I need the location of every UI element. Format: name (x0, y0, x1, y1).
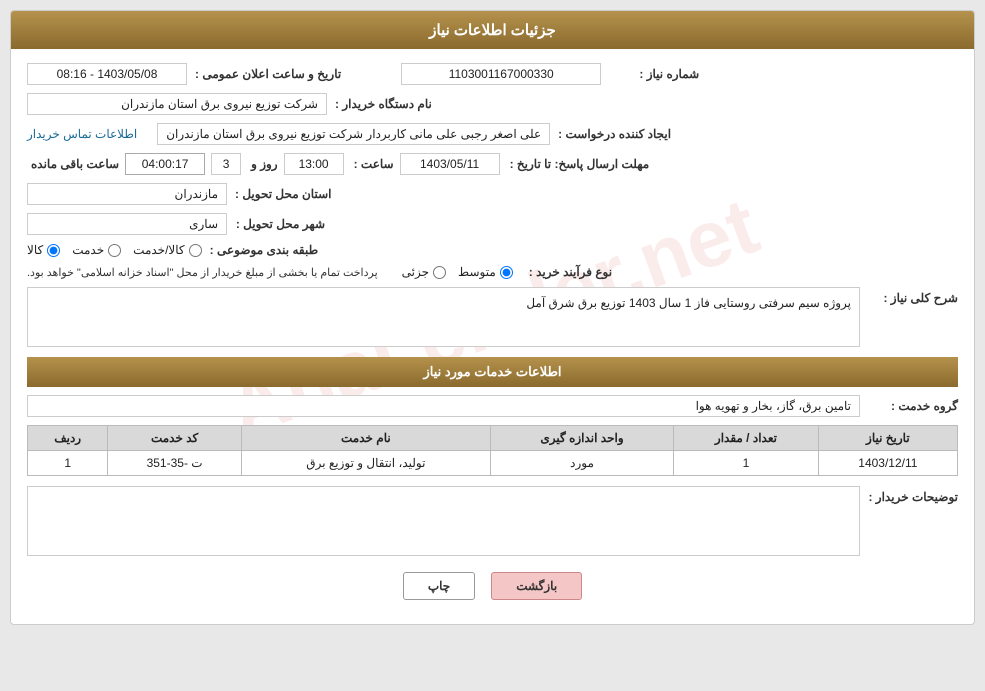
sharh-koli-value: پروژه سیم سرفتی روستایی فاز 1 سال 1403 ت… (27, 287, 860, 347)
date-aelan-label: تاریخ و ساعت اعلان عمومی : (195, 67, 341, 81)
nam-dastgah-row: نام دستگاه خریدار : شرکت توزیع نیروی برق… (27, 93, 958, 115)
radio-mootasat-label: متوسط (458, 265, 496, 279)
group-khedmat-value: تامین برق، گاز، بخار و تهویه هوا (27, 395, 860, 417)
radio-kala-khedmat: کالا/خدمت (133, 243, 201, 257)
farayand-radio-group: متوسط جزئی (402, 265, 513, 279)
ersal-remaining: 04:00:17 (125, 153, 205, 175)
nam-dastgah-label: نام دستگاه خریدار : (335, 97, 432, 111)
radio-kala-khedmat-label: کالا/خدمت (133, 243, 184, 257)
shahr-row: شهر محل تحویل : ساری (27, 213, 958, 235)
col-tarikh-niaz: تاریخ نیاز (818, 426, 957, 451)
ijad-konande-label: ایجاد کننده درخواست : (558, 127, 671, 141)
farayand-row: نوع فرآیند خرید : متوسط جزئی پرداخت تمام… (27, 265, 958, 279)
toozihat-section: توضیحات خریدار : (27, 486, 958, 556)
tabaqe-row: طبقه بندی موضوعی : کالا/خدمت خدمت کال (27, 243, 958, 257)
farayand-label: نوع فرآیند خرید : (529, 265, 612, 279)
ersal-saat: 13:00 (284, 153, 344, 175)
radio-jozi-label: جزئی (402, 265, 429, 279)
back-button[interactable]: بازگشت (491, 572, 582, 600)
shomare-niaz-label: شماره نیاز : (609, 67, 699, 81)
shahr-label: شهر محل تحویل : (235, 217, 325, 231)
radio-kala-khedmat-input[interactable] (189, 244, 202, 257)
radio-khedmat: خدمت (72, 243, 121, 257)
ersal-rooz: 3 (211, 153, 241, 175)
radio-kala-label: کالا (27, 243, 43, 257)
col-nam-khedmat: نام خدمت (241, 426, 490, 451)
date-aelan-value: 1403/05/08 - 08:16 (27, 63, 187, 85)
ostan-value: مازندران (27, 183, 227, 205)
col-vahed: واحد اندازه گیری (490, 426, 673, 451)
khadamat-section-title: اطلاعات خدمات مورد نیاز (423, 364, 561, 379)
col-tedad: تعداد / مقدار (674, 426, 819, 451)
radio-mootasat-input[interactable] (500, 266, 513, 279)
sharh-koli-row: شرح کلی نیاز : پروژه سیم سرفتی روستایی ف… (27, 287, 958, 347)
radio-kala-input[interactable] (47, 244, 60, 257)
khadamat-section-header: اطلاعات خدمات مورد نیاز (27, 357, 958, 387)
buttons-row: بازگشت چاپ (27, 572, 958, 610)
mohlet-ersal-row: مهلت ارسال پاسخ: تا تاریخ : 1403/05/11 س… (27, 153, 958, 175)
ersal-date: 1403/05/11 (400, 153, 500, 175)
rooz-label: روز و (251, 157, 278, 171)
col-radif: ردیف (28, 426, 108, 451)
ijad-konande-value: علی اصغر رجبی علی مانی کاربردار شرکت توز… (157, 123, 550, 145)
toozihat-textarea[interactable] (27, 486, 860, 556)
mohlet-ersal-label: مهلت ارسال پاسخ: تا تاریخ : (510, 157, 650, 171)
ostan-row: استان محل تحویل : مازندران (27, 183, 958, 205)
group-khedmat-row: گروه خدمت : تامین برق، گاز، بخار و تهویه… (27, 395, 958, 417)
toozihat-label: توضیحات خریدار : (868, 486, 958, 504)
group-khedmat-label: گروه خدمت : (868, 399, 958, 413)
shomare-niaz-row: شماره نیاز : 1103001167000330 تاریخ و سا… (27, 63, 958, 85)
remaining-label: ساعت باقی مانده (31, 157, 119, 171)
radio-jozi-input[interactable] (433, 266, 446, 279)
shomare-niaz-value: 1103001167000330 (401, 63, 601, 85)
sharh-koli-label: شرح کلی نیاز : (868, 287, 958, 305)
radio-mootasat: متوسط (458, 265, 513, 279)
ostan-label: استان محل تحویل : (235, 187, 331, 201)
contact-info-link[interactable]: اطلاعات تماس خریدار (27, 127, 137, 141)
page-title: جزئیات اطلاعات نیاز (429, 22, 556, 39)
tabaqe-label: طبقه بندی موضوعی : (210, 243, 319, 257)
shahr-value: ساری (27, 213, 227, 235)
farayand-note: پرداخت تمام یا بخشی از مبلغ خریدار از مح… (27, 266, 378, 279)
service-table: تاریخ نیاز تعداد / مقدار واحد اندازه گیر… (27, 425, 958, 476)
radio-khedmat-input[interactable] (108, 244, 121, 257)
col-kod-khedmat: کد خدمت (108, 426, 242, 451)
nam-dastgah-value: شرکت توزیع نیروی برق استان مازندران (27, 93, 327, 115)
ijad-konande-row: ایجاد کننده درخواست : علی اصغر رجبی علی … (27, 123, 958, 145)
sharh-koli-content: پروژه سیم سرفتی روستایی فاز 1 سال 1403 ت… (27, 287, 860, 347)
radio-khedmat-label: خدمت (72, 243, 104, 257)
saat-label: ساعت : (354, 157, 394, 171)
tabaqe-radio-group: کالا/خدمت خدمت کالا (27, 243, 202, 257)
page-header: جزئیات اطلاعات نیاز (11, 11, 974, 49)
radio-kala: کالا (27, 243, 60, 257)
print-button[interactable]: چاپ (403, 572, 475, 600)
radio-jozi: جزئی (402, 265, 446, 279)
table-row: 1403/12/111موردتولید، انتقال و توزیع برق… (28, 451, 958, 476)
